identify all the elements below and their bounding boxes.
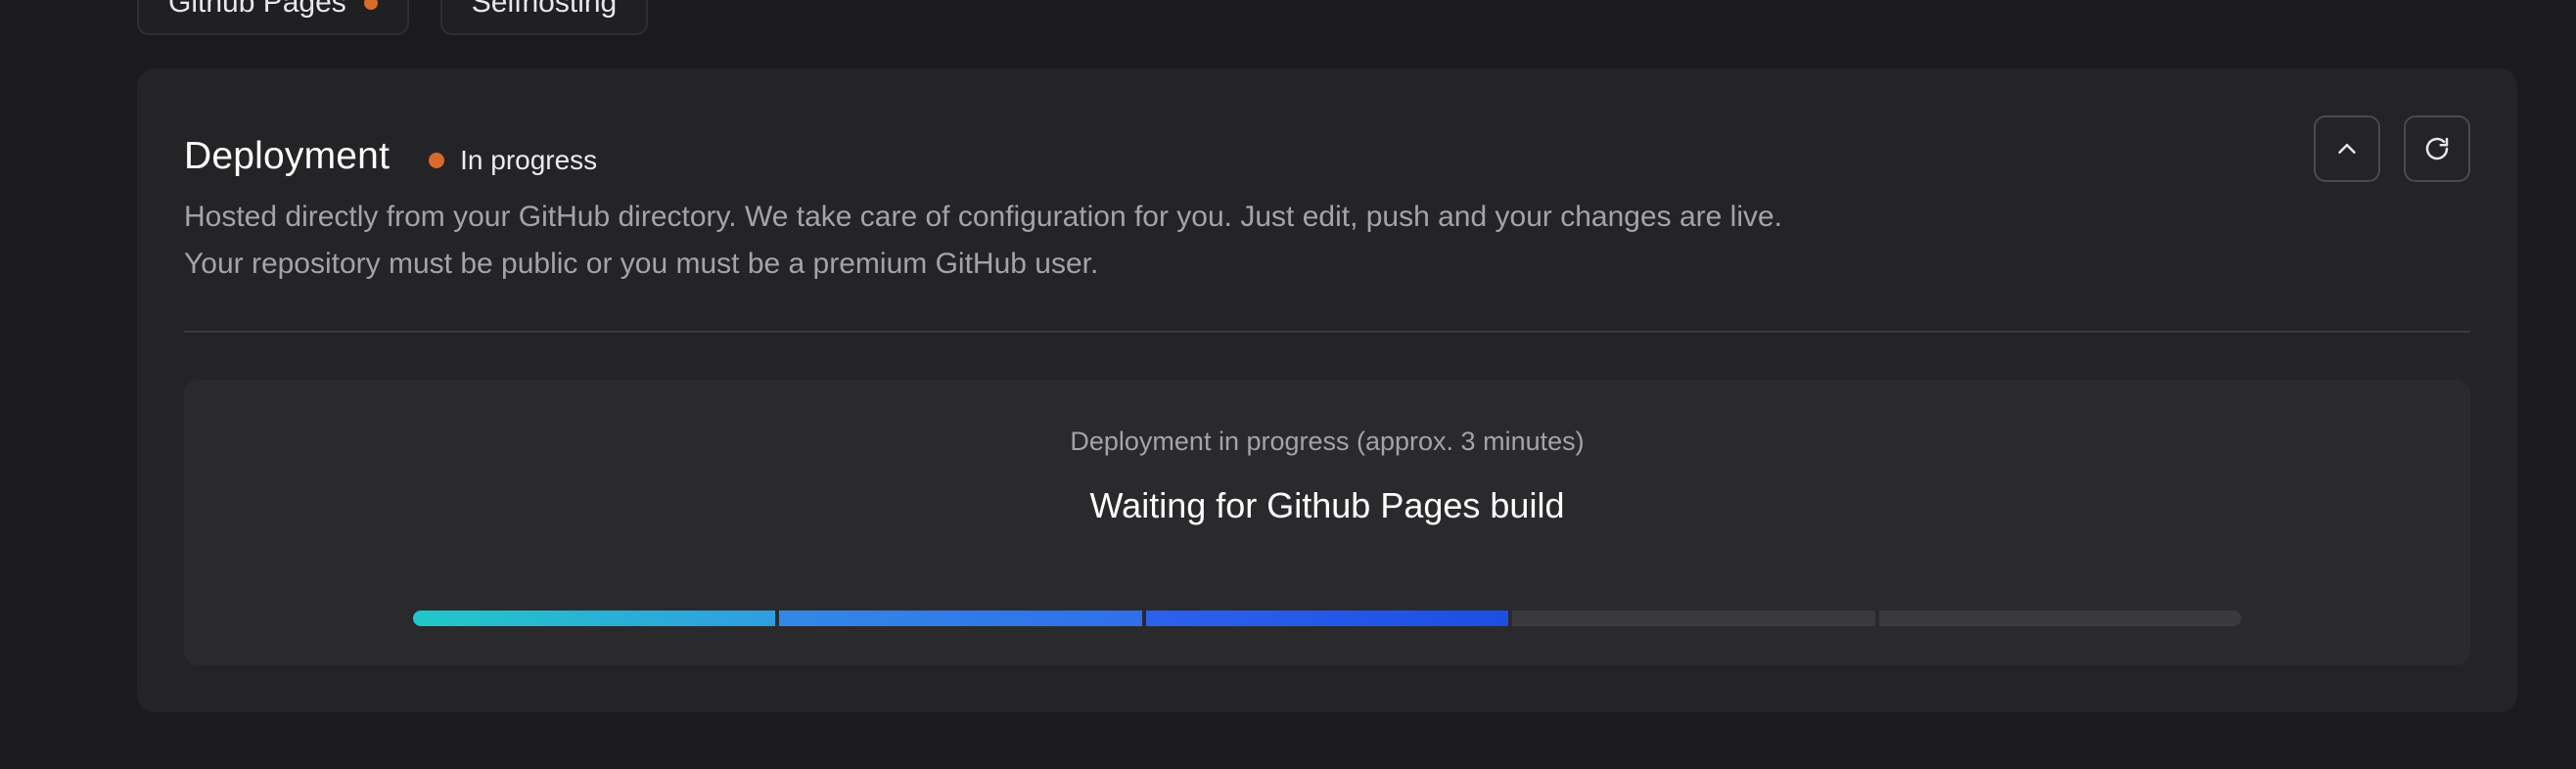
progress-message: Waiting for Github Pages build (1089, 485, 1565, 525)
progress-step-4 (1512, 611, 1875, 626)
status-badge: In progress (429, 145, 597, 176)
progress-panel: Deployment in progress (approx. 3 minute… (184, 380, 2470, 665)
description-line-2: Your repository must be public or you mu… (184, 248, 1099, 280)
status-text: In progress (460, 145, 598, 175)
description-line-1: Hosted directly from your GitHub directo… (184, 201, 1783, 233)
refresh-icon (2425, 137, 2449, 160)
progress-step-5 (1878, 611, 2242, 626)
divider (184, 331, 2470, 333)
tab-label-selfhosting: Selfhosting (471, 0, 618, 19)
refresh-button[interactable] (2404, 115, 2470, 182)
tab-label-github-pages: Github Pages (168, 0, 346, 19)
deployment-header: Deployment In progress (184, 135, 597, 178)
tab-selfhosting[interactable]: Selfhosting (439, 0, 649, 35)
progress-step-1 (413, 611, 776, 626)
deployment-card: Deployment In progress Hosted directly f… (137, 68, 2517, 712)
deployment-description: Hosted directly from your GitHub directo… (184, 194, 1782, 288)
progress-subtitle: Deployment in progress (approx. 3 minute… (1070, 427, 1585, 456)
deployment-title: Deployment (184, 135, 391, 177)
tab-github-pages[interactable]: Github Pages (137, 0, 409, 35)
progress-step-3 (1145, 611, 1509, 626)
deployment-tabs: Github Pages Selfhosting (137, 0, 649, 35)
progress-bar (413, 611, 2242, 626)
progress-step-2 (779, 611, 1142, 626)
chevron-up-icon (2338, 144, 2356, 154)
status-dot-icon (429, 153, 445, 168)
collapse-button[interactable] (2314, 115, 2380, 182)
tab-status-dot (363, 0, 378, 10)
